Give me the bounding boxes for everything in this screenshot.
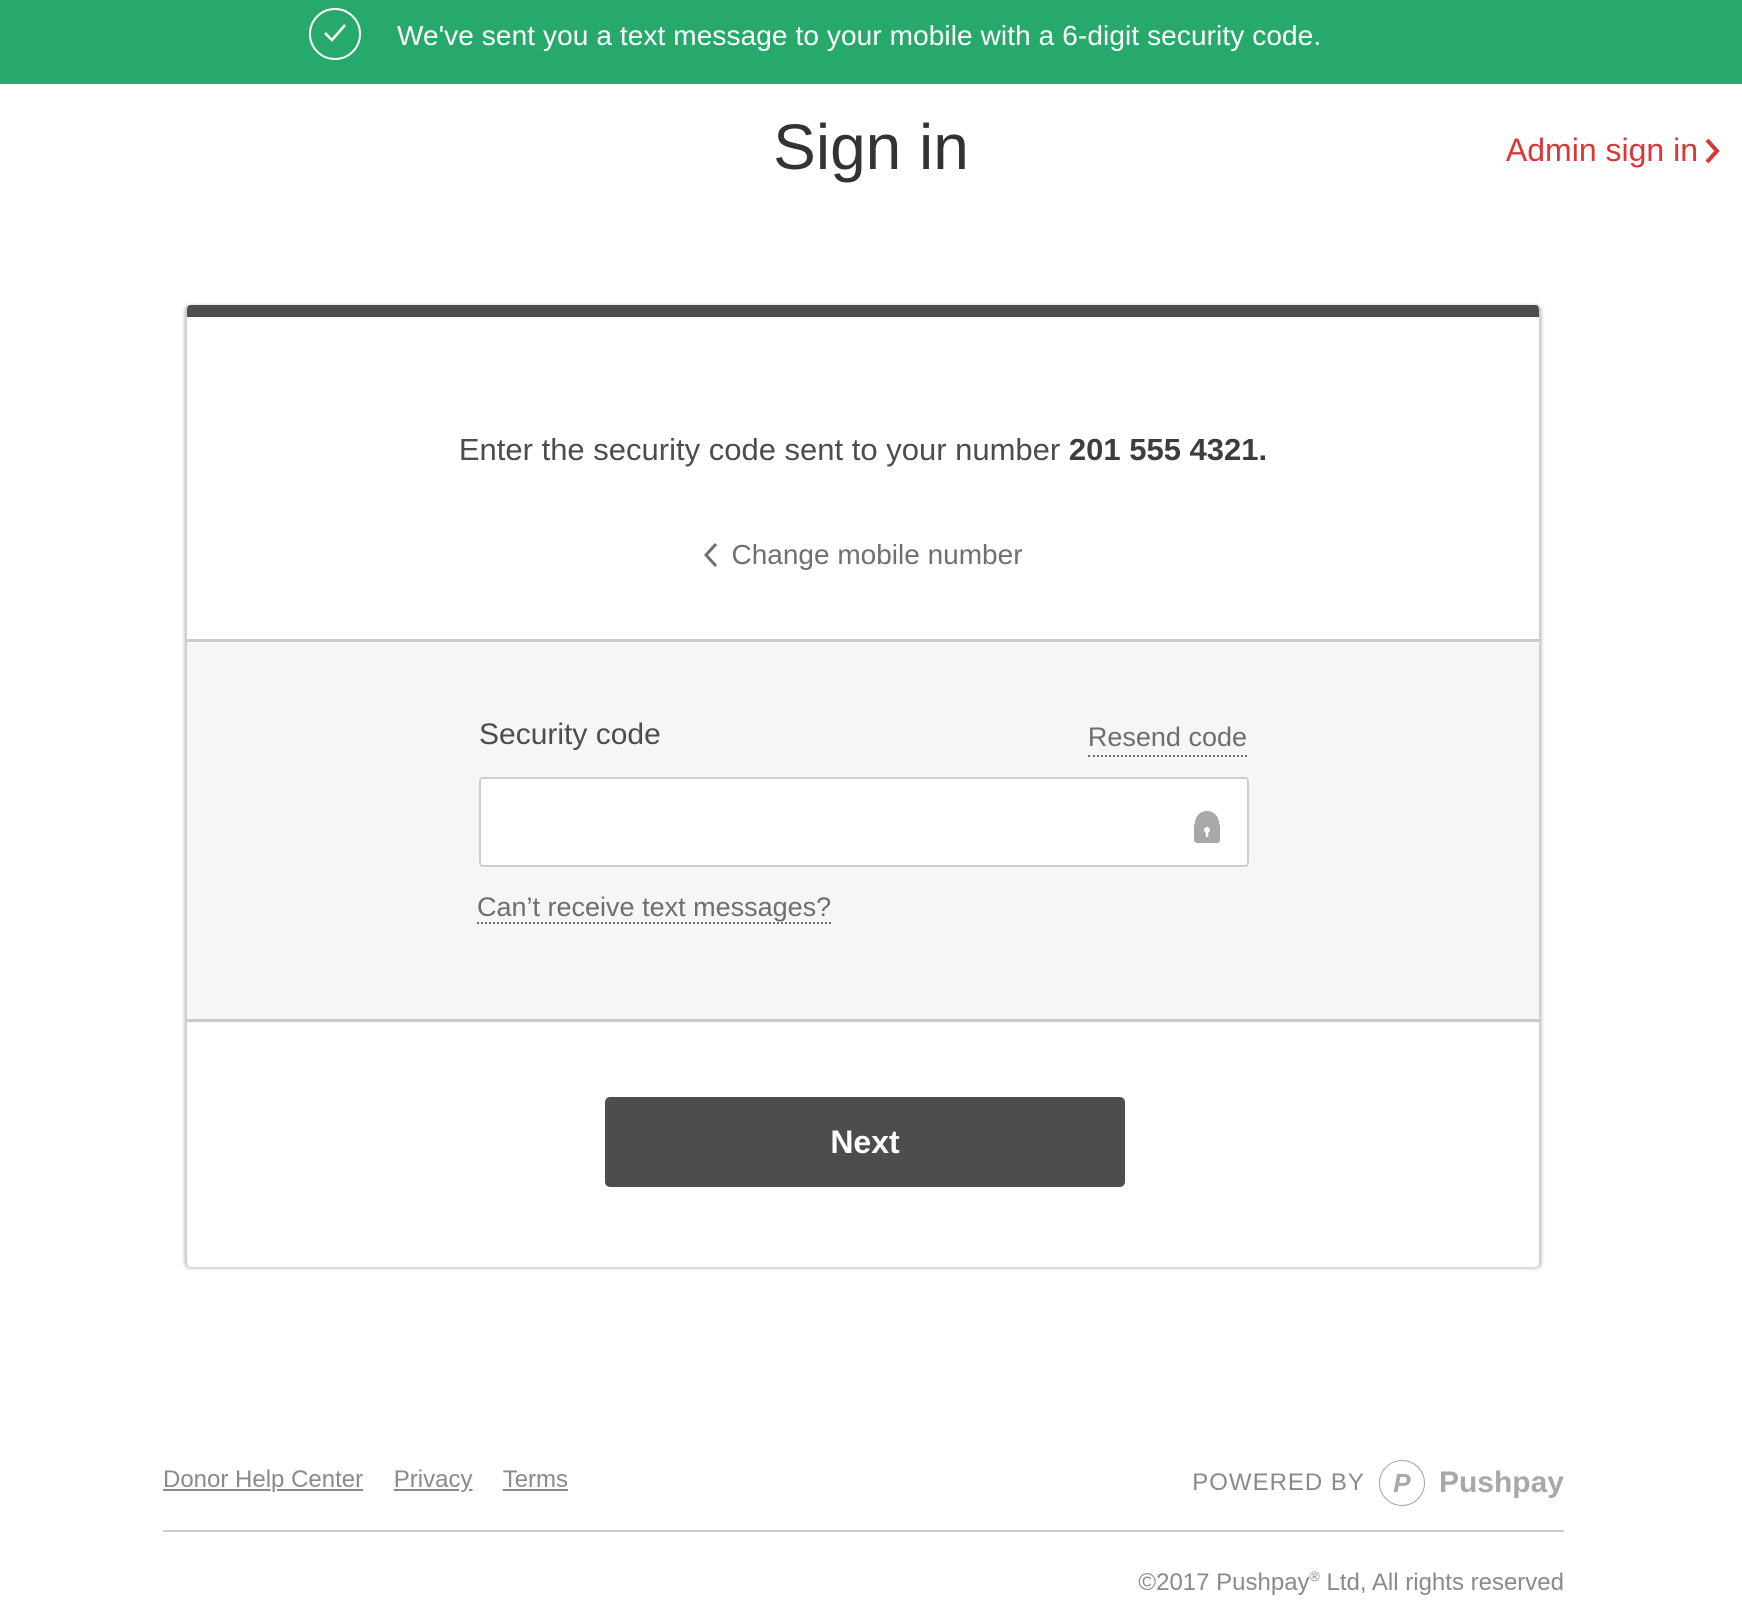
- resend-code-link[interactable]: Resend code: [1087, 722, 1247, 757]
- sign-in-card: Enter the security code sent to your num…: [185, 305, 1541, 1267]
- footer-links: Donor Help Center Privacy Terms: [163, 1466, 592, 1494]
- code-entry-section: Security code Resend code Can’t receive …: [187, 639, 1539, 1022]
- powered-by: POWERED BY P Pushpay: [1192, 1460, 1564, 1506]
- change-mobile-link[interactable]: Change mobile number: [187, 539, 1539, 571]
- privacy-link[interactable]: Privacy: [394, 1466, 473, 1493]
- copyright-prefix: ©2017 Pushpay: [1138, 1569, 1310, 1596]
- chevron-left-icon: [704, 542, 718, 568]
- success-banner: We've sent you a text message to your mo…: [0, 0, 1742, 84]
- cant-receive-texts-link[interactable]: Can’t receive text messages?: [477, 892, 832, 924]
- admin-sign-in-label: Admin sign in: [1505, 132, 1698, 168]
- next-button[interactable]: Next: [605, 1097, 1125, 1187]
- security-code-label: Security code: [479, 718, 661, 751]
- prompt-text: Enter the security code sent to your num…: [458, 432, 1061, 467]
- change-mobile-label: Change mobile number: [731, 539, 1023, 570]
- prompt-section: Enter the security code sent to your num…: [187, 317, 1539, 639]
- registered-mark: ®: [1309, 1568, 1320, 1584]
- security-code-input[interactable]: [481, 779, 1221, 865]
- security-code-field[interactable]: [479, 777, 1249, 867]
- chevron-right-icon: [1705, 138, 1720, 163]
- card-top-bar: [187, 305, 1539, 317]
- phone-number: 201 555 4321.: [1068, 432, 1268, 467]
- lock-icon: [1194, 811, 1220, 843]
- admin-sign-in-link[interactable]: Admin sign in: [1506, 132, 1720, 169]
- copyright-suffix: Ltd, All rights reserved: [1319, 1569, 1564, 1596]
- banner-message: We've sent you a text message to your mo…: [397, 20, 1322, 51]
- pushpay-brand: Pushpay: [1438, 1466, 1564, 1499]
- security-code-prompt: Enter the security code sent to your num…: [187, 432, 1539, 468]
- logo-letter: P: [1393, 1467, 1411, 1498]
- footer-divider: [163, 1530, 1564, 1532]
- pushpay-logo-icon: P: [1378, 1460, 1425, 1506]
- cant-receive-label: Can’t receive text messages?: [477, 892, 832, 924]
- terms-link[interactable]: Terms: [503, 1466, 568, 1493]
- page-title: Sign in: [773, 111, 969, 183]
- copyright: ©2017 Pushpay® Ltd, All rights reserved: [1138, 1568, 1564, 1597]
- check-circle-icon: [309, 8, 361, 60]
- powered-by-label: POWERED BY: [1192, 1469, 1365, 1496]
- donor-help-center-link[interactable]: Donor Help Center: [163, 1466, 363, 1493]
